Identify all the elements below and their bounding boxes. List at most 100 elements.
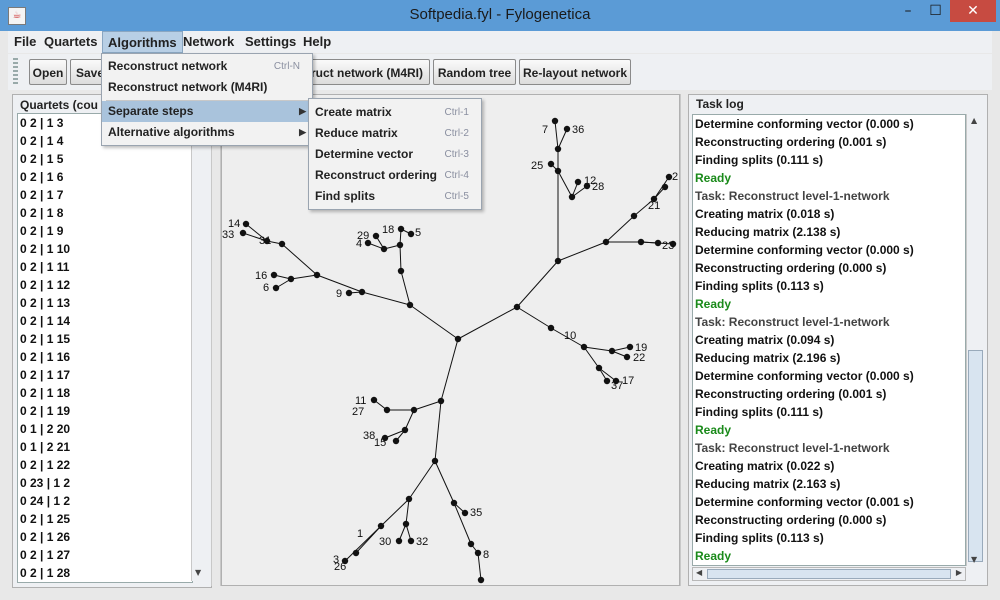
graph-node[interactable] xyxy=(467,540,475,548)
graph-node[interactable] xyxy=(358,288,366,296)
graph-node[interactable] xyxy=(474,549,482,557)
right-splitter[interactable] xyxy=(680,94,688,586)
graph-node[interactable] xyxy=(278,240,286,248)
menu-item-reconstruct-network[interactable]: Reconstruct network Ctrl-N xyxy=(102,56,312,77)
graph-node[interactable] xyxy=(461,509,469,517)
left-splitter[interactable] xyxy=(211,94,221,586)
quartet-item[interactable]: 0 24 | 1 2 xyxy=(18,492,192,510)
scroll-up-icon[interactable]: ▲ xyxy=(971,116,977,125)
graph-node[interactable] xyxy=(380,245,388,253)
tasklog-hscrollbar[interactable]: ◀ ▶ xyxy=(692,567,966,581)
graph-node[interactable] xyxy=(580,343,588,351)
quartet-item[interactable]: 0 2 | 1 15 xyxy=(18,330,192,348)
quartet-item[interactable]: 0 2 | 1 11 xyxy=(18,258,192,276)
graph-node[interactable] xyxy=(547,324,555,332)
graph-node[interactable] xyxy=(623,353,631,361)
quartet-item[interactable]: 0 2 | 1 10 xyxy=(18,240,192,258)
graph-node[interactable] xyxy=(574,178,582,186)
graph-node[interactable] xyxy=(603,377,611,385)
quartet-item[interactable]: 0 2 | 1 27 xyxy=(18,546,192,564)
graph-node[interactable] xyxy=(568,193,576,201)
graph-node[interactable] xyxy=(637,238,645,246)
graph-node[interactable] xyxy=(554,167,562,175)
graph-node[interactable] xyxy=(395,537,403,545)
graph-node[interactable] xyxy=(287,275,295,283)
quartet-item[interactable]: 0 2 | 1 9 xyxy=(18,222,192,240)
graph-node[interactable] xyxy=(397,225,405,233)
graph-node[interactable] xyxy=(437,397,445,405)
graph-node[interactable] xyxy=(405,495,413,503)
menu-help[interactable]: Help xyxy=(303,31,331,53)
menu-item-separate-steps[interactable]: Separate steps ▶ xyxy=(102,101,312,122)
graph-node[interactable] xyxy=(377,522,385,530)
menu-item-find-splits[interactable]: Find splits Ctrl-5 xyxy=(309,186,481,207)
quartet-item[interactable]: 0 2 | 1 7 xyxy=(18,186,192,204)
scroll-down-icon[interactable]: ▼ xyxy=(971,555,977,564)
menu-item-create-matrix[interactable]: Create matrix Ctrl-1 xyxy=(309,102,481,123)
graph-node[interactable] xyxy=(563,125,571,133)
quartet-item[interactable]: 0 2 | 1 18 xyxy=(18,384,192,402)
graph-node[interactable] xyxy=(401,426,409,434)
quartet-item[interactable]: 0 23 | 1 2 xyxy=(18,474,192,492)
relayout-network-button[interactable]: Re-layout network xyxy=(519,59,631,85)
quartet-item[interactable]: 0 1 | 2 20 xyxy=(18,420,192,438)
tasklog-list[interactable]: Determine conforming vector (0.000 s) Rec… xyxy=(692,114,966,566)
graph-node[interactable] xyxy=(313,271,321,279)
graph-node[interactable] xyxy=(595,364,603,372)
menu-item-reconstruct-network-m4ri[interactable]: Reconstruct network (M4RI) xyxy=(102,77,312,98)
graph-node[interactable] xyxy=(513,303,521,311)
quartets-scrollbar[interactable]: ▲ ▼ xyxy=(191,113,207,581)
scroll-left-icon[interactable]: ◀ xyxy=(696,568,702,577)
graph-node[interactable] xyxy=(270,271,278,279)
quartet-item[interactable]: 0 2 | 1 6 xyxy=(18,168,192,186)
quartet-item[interactable]: 0 2 | 1 28 xyxy=(18,564,192,582)
quartet-item[interactable]: 0 2 | 1 12 xyxy=(18,276,192,294)
menu-quartets[interactable]: Quartets xyxy=(44,31,97,53)
quartet-item[interactable]: 0 2 | 1 19 xyxy=(18,402,192,420)
menu-file[interactable]: File xyxy=(14,31,36,53)
open-button[interactable]: Open xyxy=(29,59,67,85)
graph-node[interactable] xyxy=(406,301,414,309)
scroll-right-icon[interactable]: ▶ xyxy=(956,568,962,577)
menu-item-reduce-matrix[interactable]: Reduce matrix Ctrl-2 xyxy=(309,123,481,144)
menu-settings[interactable]: Settings xyxy=(245,31,296,53)
graph-node[interactable] xyxy=(402,520,410,528)
graph-node[interactable] xyxy=(242,220,250,228)
graph-node[interactable] xyxy=(630,212,638,220)
graph-node[interactable] xyxy=(661,183,669,191)
maximize-button[interactable]: ☐ xyxy=(922,0,949,22)
graph-node[interactable] xyxy=(407,230,415,238)
quartets-list[interactable]: 0 2 | 1 30 2 | 1 40 2 | 1 50 2 | 1 60 2 … xyxy=(17,113,193,583)
graph-node[interactable] xyxy=(345,289,353,297)
graph-node[interactable] xyxy=(372,232,380,240)
quartet-item[interactable]: 0 2 | 1 16 xyxy=(18,348,192,366)
graph-node[interactable] xyxy=(370,396,378,404)
graph-node[interactable] xyxy=(239,229,247,237)
quartet-item[interactable]: 0 2 | 1 8 xyxy=(18,204,192,222)
graph-node[interactable] xyxy=(654,239,662,247)
menu-item-alternative-algorithms[interactable]: Alternative algorithms ▶ xyxy=(102,122,312,143)
scroll-down-icon[interactable]: ▼ xyxy=(195,568,201,577)
graph-node[interactable] xyxy=(602,238,610,246)
graph-node[interactable] xyxy=(407,537,415,545)
quartet-item[interactable]: 0 2 | 1 14 xyxy=(18,312,192,330)
scroll-thumb[interactable] xyxy=(968,350,983,562)
graph-node[interactable] xyxy=(554,257,562,265)
graph-node[interactable] xyxy=(554,145,562,153)
graph-node[interactable] xyxy=(477,576,485,584)
quartet-item[interactable]: 0 2 | 1 13 xyxy=(18,294,192,312)
tasklog-scrollbar[interactable]: ▲ ▼ xyxy=(966,114,983,566)
hscroll-thumb[interactable] xyxy=(707,569,951,579)
graph-node[interactable] xyxy=(547,160,555,168)
quartet-item[interactable]: 0 2 | 1 17 xyxy=(18,366,192,384)
toolbar-grip[interactable] xyxy=(13,58,18,86)
menu-network[interactable]: Network xyxy=(183,31,234,53)
graph-node[interactable] xyxy=(272,284,280,292)
close-button[interactable]: ✕ xyxy=(950,0,996,22)
quartet-item[interactable]: 0 2 | 1 25 xyxy=(18,510,192,528)
quartet-item[interactable]: 0 2 | 1 5 xyxy=(18,150,192,168)
quartet-item[interactable]: 0 1 | 2 21 xyxy=(18,438,192,456)
graph-node[interactable] xyxy=(396,241,404,249)
graph-node[interactable] xyxy=(454,335,462,343)
random-tree-button[interactable]: Random tree xyxy=(433,59,516,85)
